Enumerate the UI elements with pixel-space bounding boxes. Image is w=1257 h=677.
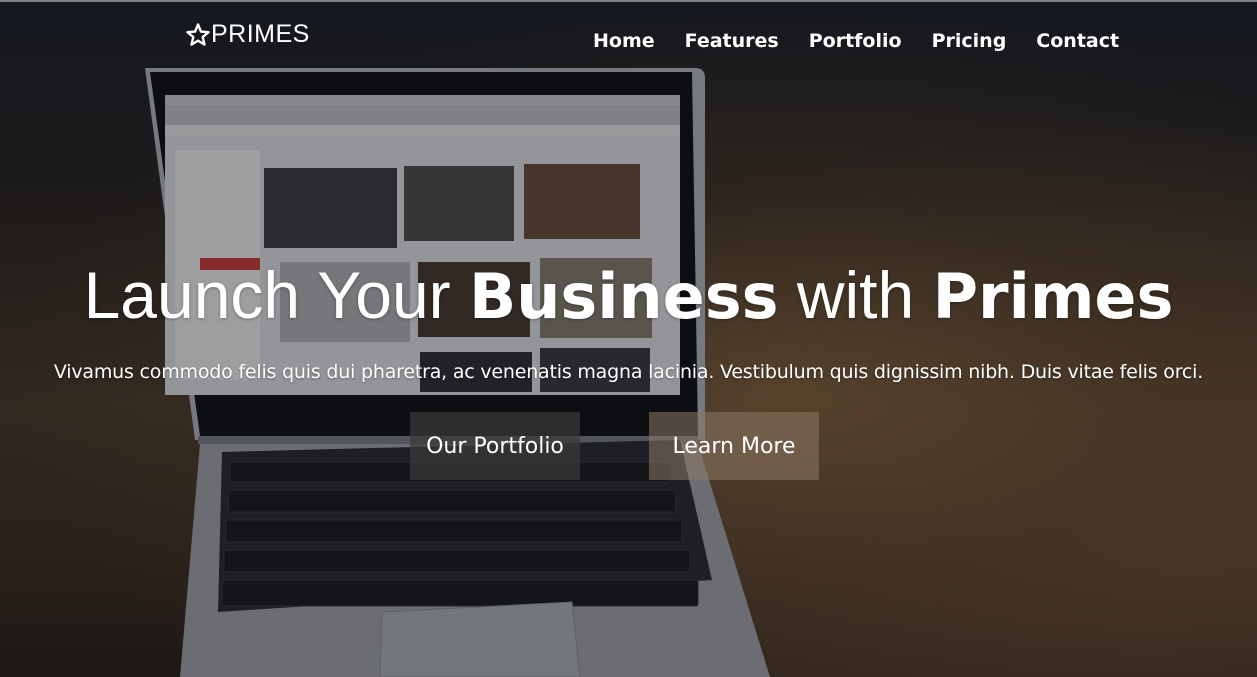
nav-item-features[interactable]: Features <box>685 30 779 52</box>
hero-dark-overlay <box>0 0 1257 677</box>
nav-item-contact[interactable]: Contact <box>1036 30 1119 52</box>
main-nav: Home Features Portfolio Pricing Contact <box>593 30 1149 52</box>
learn-more-button[interactable]: Learn More <box>649 412 819 480</box>
hero-headline: Launch Your Business with Primes <box>0 255 1257 337</box>
hero-section: PRIMES Home Features Portfolio Pricing C… <box>0 0 1257 677</box>
nav-item-pricing[interactable]: Pricing <box>932 30 1007 52</box>
brand-name: PRIMES <box>211 20 310 48</box>
nav-item-home[interactable]: Home <box>593 30 655 52</box>
headline-bold2: Primes <box>932 260 1174 333</box>
our-portfolio-button[interactable]: Our Portfolio <box>410 412 580 480</box>
hero-subtitle: Vivamus commodo felis quis dui pharetra,… <box>53 361 1204 383</box>
headline-part2: with <box>778 258 933 332</box>
star-icon <box>186 22 210 46</box>
headline-part1: Launch Your <box>83 258 469 332</box>
brand-logo[interactable]: PRIMES <box>186 20 310 49</box>
headline-bold1: Business <box>468 260 779 333</box>
nav-item-portfolio[interactable]: Portfolio <box>809 30 902 52</box>
